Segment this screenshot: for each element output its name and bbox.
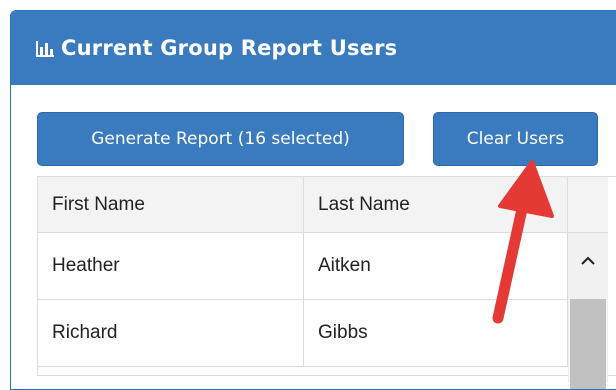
last-name-cell: Aitken (304, 233, 568, 299)
users-table: First Name Last Name Heather Aitken Rich… (37, 176, 616, 389)
column-header-first-name[interactable]: First Name (38, 177, 304, 232)
scroll-up-icon[interactable] (568, 233, 608, 289)
group-report-users-panel: Current Group Report Users Generate Repo… (10, 10, 616, 390)
panel-header: Current Group Report Users (11, 11, 616, 85)
bar-chart-icon (35, 39, 55, 57)
first-name-cell: Richard (38, 300, 304, 366)
clear-users-button[interactable]: Clear Users (433, 112, 598, 166)
header-spacer (568, 177, 608, 233)
table-row[interactable]: Richard Gibbs (38, 300, 568, 367)
vertical-scrollbar[interactable] (568, 233, 608, 389)
scrollbar-thumb[interactable] (570, 299, 606, 389)
last-name-cell: Gibbs (304, 300, 568, 366)
column-header-last-name[interactable]: Last Name (304, 177, 568, 232)
table-header-row: First Name Last Name (38, 177, 568, 233)
generate-report-button[interactable]: Generate Report (16 selected) (37, 112, 404, 166)
table-row[interactable]: Heather Aitken (38, 233, 568, 300)
first-name-cell: Heather (38, 233, 304, 299)
panel-title: Current Group Report Users (61, 36, 398, 60)
